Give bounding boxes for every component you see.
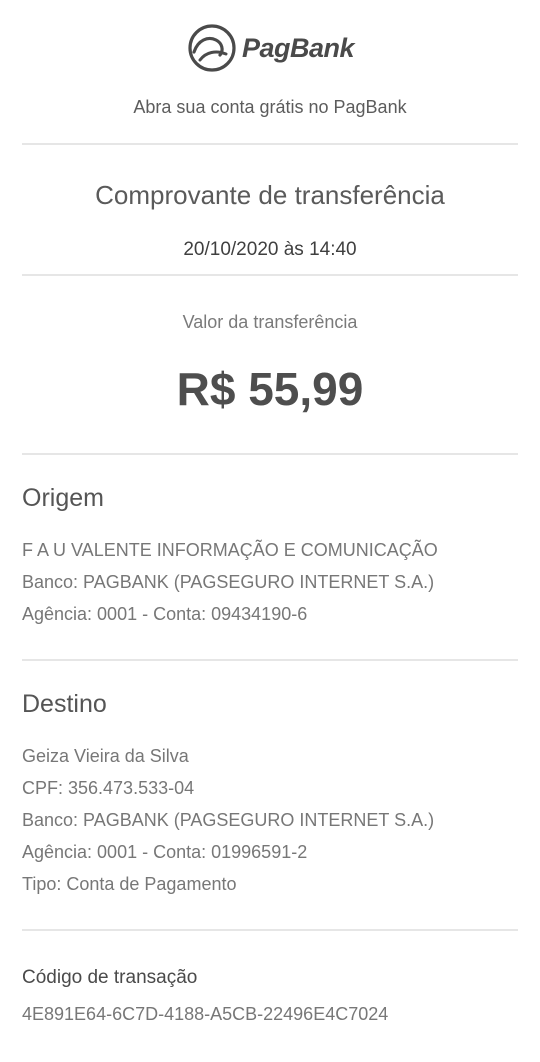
pagbank-logo-icon xyxy=(188,24,236,72)
amount-label: Valor da transferência xyxy=(182,312,358,332)
destination-heading: Destino xyxy=(22,690,107,718)
destination-bank: Banco: PAGBANK (PAGSEGURO INTERNET S.A.) xyxy=(22,810,435,830)
divider xyxy=(22,143,518,145)
origin-name: F A U VALENTE INFORMAÇÃO E COMUNICAÇÃO xyxy=(22,540,438,560)
receipt-page: PagBank Abra sua conta grátis no PagBank… xyxy=(0,0,540,1062)
brand-name: PagBank xyxy=(241,32,355,63)
destination-cpf: CPF: 356.473.533-04 xyxy=(22,778,195,798)
divider xyxy=(22,274,518,276)
destination-account: Agência: 0001 - Conta: 01996591-2 xyxy=(22,842,308,862)
origin-account: Agência: 0001 - Conta: 09434190-6 xyxy=(22,604,308,624)
amount-value: R$ 55,99 xyxy=(176,363,364,415)
page-title: Comprovante de transferência xyxy=(95,180,445,210)
divider xyxy=(22,929,518,931)
transaction-code-label: Código de transação xyxy=(22,967,198,988)
origin-bank: Banco: PAGBANK (PAGSEGURO INTERNET S.A.) xyxy=(22,572,435,592)
open-account-link[interactable]: Abra sua conta grátis no PagBank xyxy=(0,97,540,118)
transfer-datetime: 20/10/2020 às 14:40 xyxy=(183,239,357,260)
transaction-code-value: 4E891E64-6C7D-4188-A5CB-22496E4C7024 xyxy=(22,1004,389,1024)
brand-header: PagBank xyxy=(0,20,540,76)
destination-name: Geiza Vieira da Silva xyxy=(22,746,189,766)
origin-heading: Origem xyxy=(22,484,104,512)
divider xyxy=(22,659,518,661)
divider xyxy=(22,453,518,455)
destination-type: Tipo: Conta de Pagamento xyxy=(22,874,237,894)
